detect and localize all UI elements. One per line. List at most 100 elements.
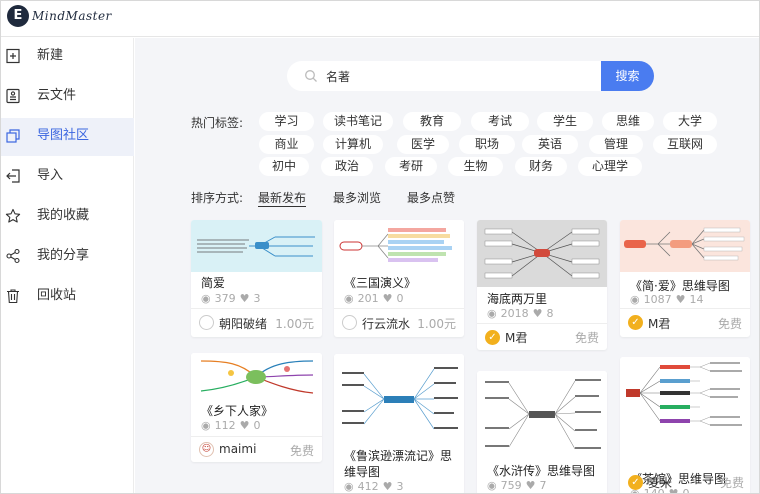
cloud-file-icon — [6, 88, 20, 104]
sidebar-item-new[interactable]: 新建 — [1, 38, 134, 76]
tag-chip[interactable]: 互联网 — [653, 135, 717, 154]
eye-icon: ◉ — [630, 293, 640, 306]
app-window: E MindMaster 新建 云文件 导图社区 导入 我的收藏 我的分享 回收… — [0, 0, 760, 494]
tag-chip[interactable]: 生物 — [448, 157, 503, 176]
tag-chip[interactable]: 政治 — [321, 157, 373, 176]
tag-chip[interactable]: 思维 — [602, 112, 654, 131]
sidebar-item-label: 导图社区 — [37, 128, 90, 143]
tag-chip[interactable]: 职场 — [459, 135, 515, 154]
like-count: 3 — [253, 292, 261, 305]
sidebar-item-cloud-files[interactable]: 云文件 — [1, 78, 134, 116]
new-file-icon — [6, 48, 20, 64]
sidebar-item-shares[interactable]: 我的分享 — [1, 238, 134, 276]
tag-chip[interactable]: 学生 — [537, 112, 593, 131]
view-count: 201 — [357, 292, 379, 305]
price: 1.00元 — [417, 317, 456, 331]
verified-badge-icon: ✓ — [485, 330, 500, 345]
price: 1.00元 — [275, 317, 314, 331]
map-thumbnail — [191, 220, 322, 272]
tag-chip[interactable]: 心理学 — [578, 157, 642, 176]
price: 免费 — [717, 317, 742, 331]
like-count: 8 — [546, 307, 554, 320]
author-name[interactable]: M君 — [505, 329, 527, 346]
card-divider — [191, 436, 322, 437]
view-count: 412 — [357, 480, 379, 493]
card-title: 《三国演义》 — [344, 276, 417, 290]
tag-chip[interactable]: 计算机 — [323, 135, 383, 154]
tag-chip[interactable]: 教育 — [403, 112, 461, 131]
sidebar-item-community[interactable]: 导图社区 — [1, 118, 134, 156]
hot-tags-label: 热门标签: — [191, 116, 244, 130]
view-count: 379 — [214, 292, 236, 305]
tag-chip[interactable]: 学习 — [259, 112, 314, 131]
card-title: 《鲁滨逊漂流记》思 — [344, 449, 453, 463]
eye-icon: ◉ — [344, 292, 354, 305]
eye-icon: ◉ — [201, 419, 211, 432]
map-card[interactable]: 《三国演义》 ◉ 201 ♥ 0 行云流水 1.00元 — [334, 220, 464, 337]
like-count: 0 — [396, 292, 404, 305]
map-card[interactable]: 简爱 ◉ 379 ♥ 3 朝阳破绪 1.00元 — [191, 220, 322, 337]
card-stats: ◉ 759 ♥ 7 — [487, 479, 550, 492]
sidebar-item-label: 我的分享 — [37, 248, 90, 263]
map-card[interactable]: 海底两万里 ◉ 2018 ♥ 8 ✓ M君 免费 — [477, 220, 607, 350]
card-stats: ◉ 1087 ♥ 14 — [630, 293, 707, 306]
sidebar-item-label: 我的收藏 — [37, 208, 90, 223]
map-thumbnail — [620, 357, 750, 433]
tag-chip[interactable]: 大学 — [663, 112, 717, 131]
search-button[interactable]: 搜索 — [601, 61, 654, 91]
sort-option-most-liked[interactable]: 最多点赞 — [407, 189, 455, 206]
view-count: 759 — [500, 479, 522, 492]
author-name[interactable]: 行云流水 — [362, 315, 410, 332]
like-count: 0 — [682, 487, 690, 494]
tag-chip[interactable]: 财务 — [515, 157, 567, 176]
heart-icon: ♥ — [382, 480, 393, 493]
share-icon — [6, 248, 20, 264]
map-card[interactable]: 《水浒传》思维导图 ◉ 759 ♥ 7 — [477, 371, 607, 493]
heart-icon: ♥ — [239, 419, 250, 432]
map-card[interactable]: 《乡下人家》 ◉ 112 ♥ 0 ☺ maimi 免费 — [191, 353, 322, 462]
tag-chip[interactable]: 读书笔记 — [323, 112, 393, 131]
sidebar: 新建 云文件 导图社区 导入 我的收藏 我的分享 回收站 — [1, 38, 134, 493]
tag-chip[interactable]: 医学 — [397, 135, 449, 154]
card-stats: ◉ 2018 ♥ 8 — [487, 307, 557, 320]
map-thumbnail — [477, 220, 607, 287]
community-main: 搜索 热门标签: 学习 读书笔记 教育 考试 学生 思维 大学 商业 计算机 医… — [135, 38, 759, 494]
card-title: 《水浒传》思维导图 — [487, 464, 596, 478]
heart-icon: ♥ — [532, 307, 543, 320]
map-card[interactable]: 《简·爱》思维导图 ◉ 1087 ♥ 14 ✓ M君 免费 — [620, 220, 750, 337]
sidebar-item-import[interactable]: 导入 — [1, 158, 134, 196]
view-count: 2018 — [500, 307, 529, 320]
author-name[interactable]: maimi — [219, 442, 256, 456]
eye-icon: ◉ — [201, 292, 211, 305]
view-count: 112 — [214, 419, 236, 432]
avatar — [199, 315, 214, 330]
author-name[interactable]: 朝阳破绪 — [219, 315, 267, 332]
view-count: 1087 — [643, 293, 672, 306]
card-stats: ◉ 112 ♥ 0 — [201, 419, 264, 432]
star-icon — [5, 208, 21, 223]
tag-chip[interactable]: 英语 — [522, 135, 578, 154]
price: 免费 — [719, 476, 744, 490]
tag-chip[interactable]: 考试 — [471, 112, 529, 131]
app-name: MindMaster — [32, 9, 112, 23]
sidebar-item-trash[interactable]: 回收站 — [1, 278, 134, 316]
card-title-line2: 维导图 — [344, 465, 381, 479]
sort-option-most-viewed[interactable]: 最多浏览 — [333, 189, 381, 206]
eye-icon: ◉ — [344, 480, 354, 493]
import-icon — [6, 169, 20, 183]
card-title: 《简·爱》思维导图 — [630, 279, 730, 293]
author-name[interactable]: M君 — [648, 315, 670, 332]
search-input[interactable] — [326, 67, 576, 85]
card-title: 简爱 — [201, 276, 226, 290]
price: 免费 — [289, 444, 314, 458]
tag-chip[interactable]: 商业 — [259, 135, 314, 154]
author-name[interactable]: 麦米 — [648, 474, 672, 491]
tag-chip[interactable]: 考研 — [385, 157, 437, 176]
sidebar-item-label: 回收站 — [37, 288, 77, 303]
card-divider — [477, 323, 607, 324]
tag-chip[interactable]: 管理 — [589, 135, 643, 154]
sort-option-latest[interactable]: 最新发布 — [258, 189, 307, 207]
tag-chip[interactable]: 初中 — [259, 157, 309, 176]
sidebar-item-favorites[interactable]: 我的收藏 — [1, 198, 134, 236]
map-card[interactable]: 《鲁滨逊漂流记》思 维导图 ◉ 412 ♥ 3 — [334, 354, 464, 493]
